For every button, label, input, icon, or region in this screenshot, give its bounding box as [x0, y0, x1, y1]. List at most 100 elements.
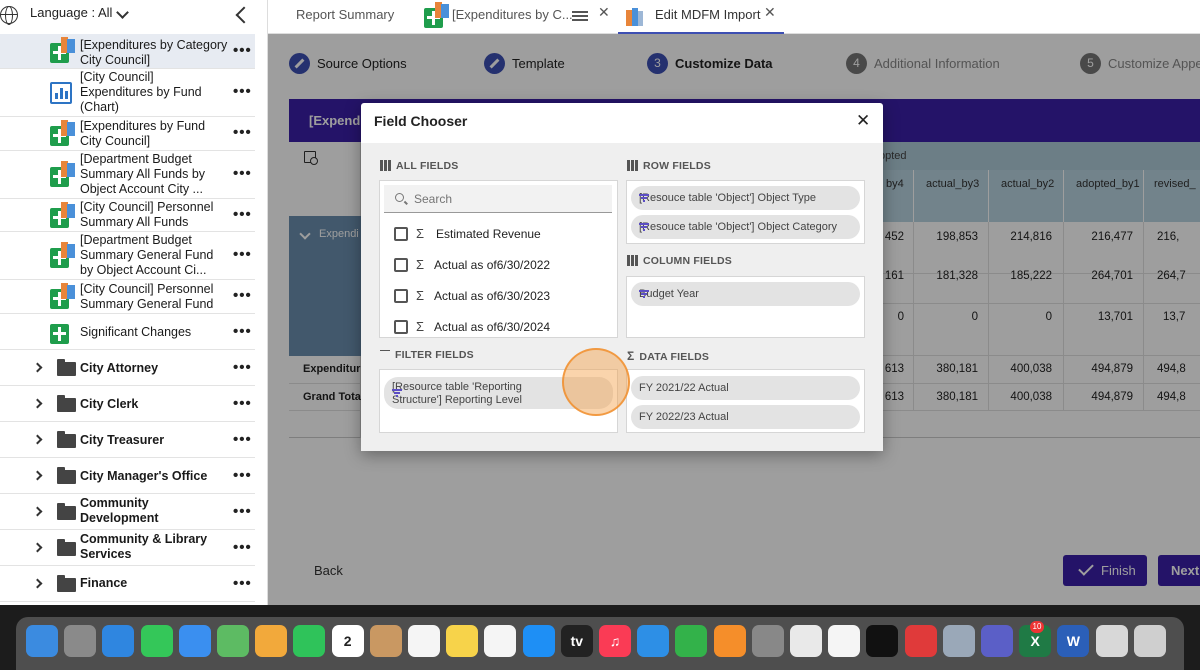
maps-icon[interactable] [217, 625, 249, 657]
contacts-icon[interactable] [369, 625, 402, 657]
chevron-right-icon[interactable] [32, 434, 43, 445]
close-icon[interactable]: ✕ [856, 111, 870, 131]
close-icon[interactable]: ✕ [598, 0, 610, 27]
sidebar-item[interactable]: [City Council] Expenditures by Fund (Cha… [0, 69, 255, 117]
reminders-icon[interactable] [408, 625, 440, 657]
field-chip[interactable]: Budget Year [631, 282, 860, 306]
sidebar-item[interactable]: [City Council] Personnel Summary General… [0, 280, 255, 314]
checkbox[interactable] [394, 258, 408, 272]
filter-icon[interactable] [639, 290, 649, 298]
folder-row[interactable]: Community & Library Services ••• [0, 530, 255, 566]
menu-icon[interactable] [572, 11, 588, 21]
checkbox[interactable] [394, 227, 408, 241]
filter-icon[interactable] [639, 223, 649, 231]
folder-row[interactable]: City Attorney ••• [0, 350, 255, 386]
settings-icon[interactable] [751, 625, 784, 657]
more-options-icon[interactable]: ••• [233, 359, 252, 376]
chrome-icon[interactable] [790, 625, 822, 657]
photos-icon[interactable] [255, 625, 288, 657]
tab-edit-mdfm-import[interactable]: Edit MDFM Import ✕ [618, 0, 784, 34]
search-icon [395, 193, 404, 202]
report-grid-icon [50, 37, 76, 63]
sidebar-item[interactable]: [Expenditures by Fund City Council] ••• [0, 117, 255, 151]
numbers-icon[interactable] [675, 625, 708, 657]
more-options-icon[interactable]: ••• [233, 165, 252, 182]
filter-icon[interactable] [392, 389, 402, 397]
folder-row[interactable]: City Manager's Office ••• [0, 458, 255, 494]
collapse-sidebar-icon[interactable] [235, 6, 253, 24]
more-options-icon[interactable]: ••• [233, 83, 252, 100]
chevron-right-icon[interactable] [32, 398, 43, 409]
finder-icon[interactable] [26, 625, 58, 657]
chevron-down-icon[interactable] [116, 6, 129, 19]
globe-icon [0, 6, 18, 25]
documents-icon[interactable] [1095, 625, 1128, 657]
field-chip[interactable]: FY 2021/22 Actual [631, 376, 860, 400]
teams-icon[interactable] [981, 625, 1013, 657]
field-chip[interactable]: [Resouce table 'Object'] Object Type [631, 186, 860, 210]
folder-row[interactable]: Finance ••• [0, 566, 255, 602]
more-options-icon[interactable]: ••• [233, 503, 252, 520]
tab-report-summary[interactable]: Report Summary [296, 0, 406, 34]
sidebar-item[interactable]: [Department Budget Summary General Fund … [0, 232, 255, 280]
trash-icon[interactable] [1133, 625, 1166, 657]
search-input[interactable] [414, 192, 604, 206]
mail-icon[interactable] [178, 625, 211, 657]
chevron-right-icon[interactable] [32, 578, 43, 589]
close-icon[interactable]: ✕ [764, 0, 776, 27]
more-options-icon[interactable]: ••• [233, 395, 252, 412]
keeper-icon[interactable] [866, 625, 899, 657]
sidebar-item-label: Significant Changes [80, 325, 192, 339]
tab-expenditures[interactable]: [Expenditures by C... ✕ [424, 0, 614, 34]
more-options-icon[interactable]: ••• [233, 431, 252, 448]
chevron-right-icon[interactable] [32, 362, 43, 373]
folder-label: Community Development [80, 496, 159, 525]
launchpad-icon[interactable] [64, 625, 97, 657]
app-store-icon[interactable] [522, 625, 555, 657]
folder-label: City Clerk [80, 397, 139, 411]
sidebar-item[interactable]: [Department Budget Summary All Funds by … [0, 151, 255, 199]
sidebar-item[interactable]: [Expenditures by Category City Council] … [0, 34, 255, 69]
chevron-right-icon[interactable] [32, 470, 43, 481]
facetime-icon[interactable] [293, 625, 326, 657]
pages-icon[interactable] [713, 625, 746, 657]
more-options-icon[interactable]: ••• [233, 124, 252, 141]
word-icon[interactable]: W [1057, 625, 1090, 657]
tv-icon[interactable]: tv [560, 625, 593, 657]
more-options-icon[interactable]: ••• [233, 323, 252, 340]
more-options-icon[interactable]: ••• [233, 539, 252, 556]
checkbox[interactable] [394, 289, 408, 303]
app-glyph: tv [570, 633, 584, 649]
chevron-right-icon[interactable] [32, 506, 43, 517]
checkbox[interactable] [394, 320, 408, 334]
messages-icon[interactable] [140, 625, 173, 657]
sidebar-item[interactable]: Significant Changes ••• [0, 314, 255, 350]
preview-icon[interactable] [942, 625, 975, 657]
notes-icon[interactable] [446, 625, 479, 657]
folder-row[interactable]: City Clerk ••• [0, 386, 255, 422]
scrivener-icon[interactable] [904, 625, 937, 657]
music-icon[interactable]: ♫ [599, 625, 631, 657]
folder-row[interactable]: City Treasurer ••• [0, 422, 255, 458]
slack-icon[interactable] [828, 625, 861, 657]
filter-icon[interactable] [639, 194, 649, 202]
more-options-icon[interactable]: ••• [233, 206, 252, 223]
field-chip[interactable]: [Resouce table 'Object'] Object Category [631, 215, 860, 239]
search-field[interactable] [384, 185, 612, 213]
keynote-icon[interactable] [637, 625, 670, 657]
folder-row[interactable]: Community Development ••• [0, 494, 255, 530]
sigma-icon: Σ [416, 257, 425, 272]
sidebar-item[interactable]: [City Council] Personnel Summary All Fun… [0, 199, 255, 232]
calendar-icon[interactable]: 2 [331, 625, 364, 657]
safari-icon[interactable] [102, 625, 135, 657]
more-options-icon[interactable]: ••• [233, 287, 252, 304]
more-options-icon[interactable]: ••• [233, 42, 252, 59]
more-options-icon[interactable]: ••• [233, 246, 252, 263]
field-chip[interactable]: FY 2022/23 Actual [631, 405, 860, 429]
freeform-icon[interactable] [484, 625, 517, 657]
chevron-right-icon[interactable] [32, 542, 43, 553]
folder-icon [57, 575, 76, 592]
more-options-icon[interactable]: ••• [233, 467, 252, 484]
more-options-icon[interactable]: ••• [233, 575, 252, 592]
language-selector[interactable]: Language : All [0, 0, 267, 34]
